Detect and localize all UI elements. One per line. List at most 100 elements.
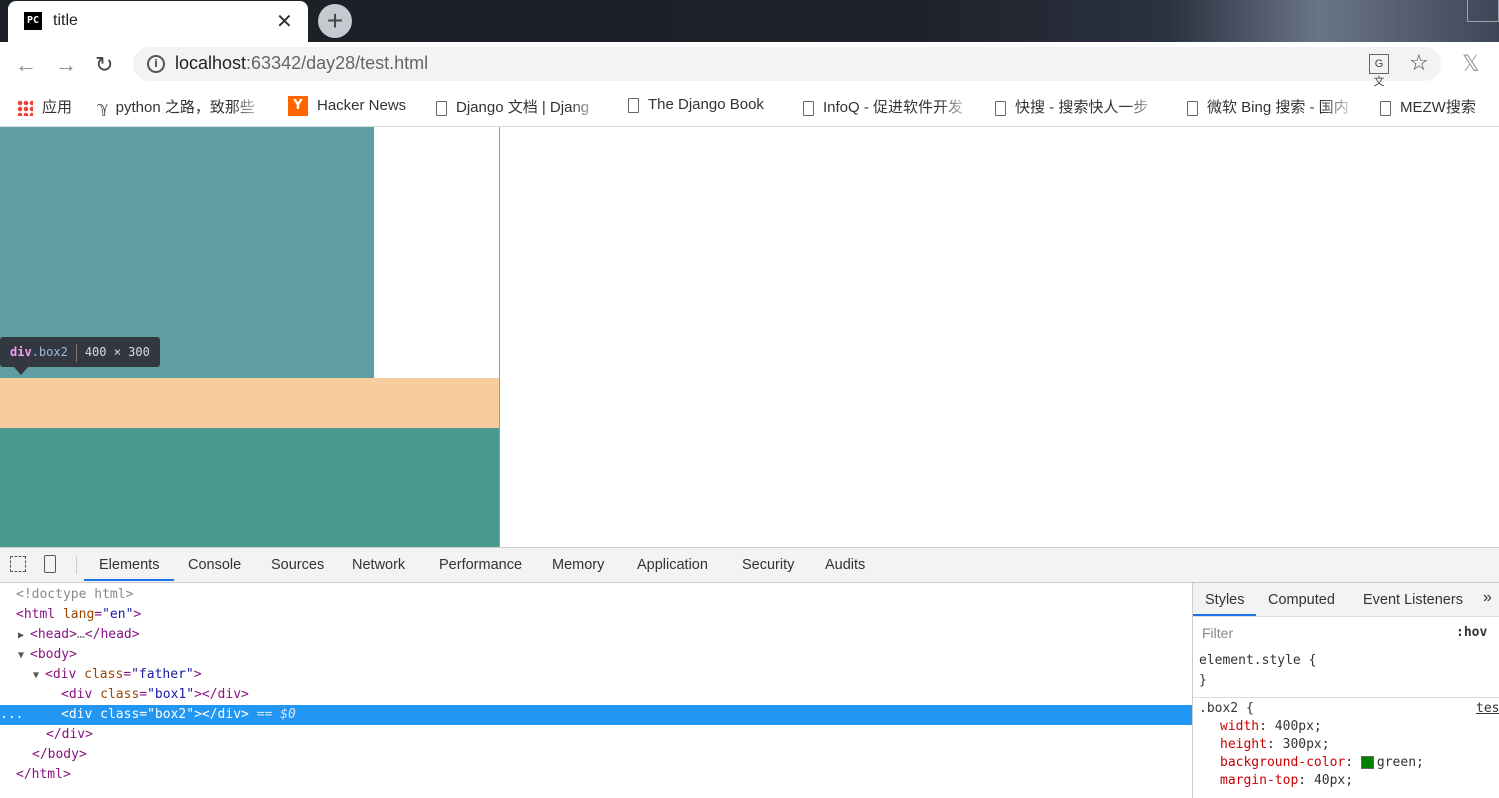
class-attr: class	[100, 687, 140, 702]
bookmark-kuaisou[interactable]: 快搜 - 搜索快人一步	[995, 96, 1160, 117]
prop-value: green;	[1376, 755, 1424, 770]
collapse-triangle-icon[interactable]: ▼	[33, 666, 45, 686]
tab-styles[interactable]: Styles	[1205, 592, 1245, 608]
more-tabs-icon[interactable]: »	[1483, 589, 1492, 607]
div-close-tag: </div>	[201, 687, 249, 702]
forward-button[interactable]: →	[55, 52, 77, 78]
tab-elements[interactable]: Elements	[99, 557, 159, 573]
body-open-tag: <body>	[30, 647, 77, 662]
tab-audits[interactable]: Audits	[825, 557, 865, 573]
page-icon	[628, 97, 639, 113]
tooltip-class: .box2	[31, 345, 68, 359]
bookmark-label: Django 文档 | Djang	[456, 99, 590, 116]
dom-node-father[interactable]: ▼ <div class="father">	[0, 665, 1225, 685]
bookmark-star-icon[interactable]: ☆	[1409, 50, 1429, 76]
close-tab-icon[interactable]: ✕	[276, 9, 293, 34]
html-lang-attr: lang	[62, 607, 95, 622]
dom-node-doctype[interactable]: <!doctype html>	[0, 585, 1208, 605]
tab-memory[interactable]: Memory	[552, 557, 604, 573]
divider	[76, 556, 77, 574]
body-close-tag: </body>	[32, 747, 87, 762]
element-style-rule[interactable]: element.style {	[1199, 653, 1316, 668]
collapse-triangle-icon[interactable]: ▼	[18, 646, 30, 666]
inspect-tooltip: div.box2 400 × 300	[0, 337, 160, 367]
dom-node-box2-selected[interactable]: ... <div class="box2"></div> == $0	[0, 705, 1192, 725]
dom-node-body-close[interactable]: </body>	[0, 745, 1224, 765]
html-open-tag: <html	[16, 607, 56, 622]
prop-value: 400px;	[1274, 719, 1322, 734]
window-maximize-button[interactable]	[1467, 0, 1499, 22]
tab-event-listeners[interactable]: Event Listeners	[1363, 592, 1463, 608]
bookmark-python[interactable]: ℽ python 之路，致那些	[97, 96, 267, 118]
color-swatch-icon[interactable]	[1360, 756, 1374, 769]
inspect-element-icon[interactable]	[10, 556, 26, 572]
tooltip-arrow	[14, 367, 28, 375]
device-toolbar-icon[interactable]	[44, 555, 56, 573]
box2-rule-selector[interactable]: .box2 {	[1199, 701, 1254, 716]
devtools-panel: Elements Console Sources Network Perform…	[0, 547, 1499, 798]
tab-computed[interactable]: Computed	[1268, 592, 1335, 608]
site-info-icon[interactable]: i	[147, 55, 165, 73]
prop-name: background-color	[1220, 755, 1346, 770]
box1-class-val: "box1"	[147, 687, 195, 702]
url-host: localhost	[175, 53, 247, 73]
bookmark-django-docs[interactable]: Django 文档 | Djang	[436, 96, 604, 117]
dom-node-box1[interactable]: <div class="box1"></div>	[0, 685, 1253, 705]
dom-node-head[interactable]: ▶ <head>…</head>	[0, 625, 1210, 645]
styles-pane: Styles Computed Event Listeners » Filter…	[1192, 583, 1499, 798]
bookmark-label: The Django Book	[648, 96, 764, 113]
bookmarks-bar: 应用 ℽ python 之路，致那些 Y Hacker News Django 文档…	[0, 86, 1499, 127]
style-source-link[interactable]: tes	[1476, 701, 1499, 716]
url-text[interactable]: localhost:63342/day28/test.html	[175, 53, 428, 74]
box2-div	[0, 428, 499, 547]
translate-icon[interactable]: G文	[1369, 54, 1389, 88]
rule-close-brace: }	[1199, 673, 1207, 688]
css-prop-margin-top[interactable]: margin-top: 40px;	[1220, 773, 1353, 788]
hover-state-toggle[interactable]: :hov	[1456, 625, 1487, 640]
tab-sources[interactable]: Sources	[271, 557, 324, 573]
page-icon	[1380, 100, 1391, 116]
bookmark-label: 快搜 - 搜索快人一步	[1015, 99, 1149, 116]
div-open-tag: <div	[61, 687, 93, 702]
dom-node-father-close[interactable]: </div>	[0, 725, 1238, 745]
css-prop-width[interactable]: width: 400px;	[1220, 719, 1322, 734]
tab-console[interactable]: Console	[188, 557, 241, 573]
tab-title: title	[53, 12, 78, 29]
reload-button[interactable]: ↻	[95, 52, 113, 78]
bookmark-apps[interactable]: 应用	[17, 96, 72, 117]
bookmark-label: 微软 Bing 搜索 - 国内	[1207, 99, 1349, 116]
prop-value: 40px;	[1313, 773, 1354, 788]
back-button[interactable]: ←	[15, 52, 37, 78]
extension-icon[interactable]: 𝕏	[1462, 51, 1480, 77]
div-close-tag: </div>	[201, 707, 249, 722]
class-attr: class	[100, 707, 140, 722]
url-path: :63342/day28/test.html	[246, 53, 429, 73]
bookmark-bing[interactable]: 微软 Bing 搜索 - 国内	[1187, 96, 1357, 117]
css-prop-height[interactable]: height: 300px;	[1220, 737, 1330, 752]
more-options-icon[interactable]: ...	[0, 705, 23, 725]
tab-security[interactable]: Security	[742, 557, 794, 573]
tab-application[interactable]: Application	[637, 557, 708, 573]
styles-filter-input[interactable]: Filter	[1198, 622, 1442, 644]
bookmark-hacker-news[interactable]: Y Hacker News	[288, 96, 406, 116]
address-bar[interactable]: i localhost:63342/day28/test.html G文 ☆	[133, 47, 1441, 88]
dom-node-html[interactable]: <html lang="en">	[0, 605, 1208, 625]
dom-node-html-close[interactable]: </html>	[0, 765, 1208, 785]
expand-triangle-icon[interactable]: ▶	[18, 626, 30, 646]
tab-performance[interactable]: Performance	[439, 557, 522, 573]
page-icon	[436, 100, 447, 116]
css-prop-background-color[interactable]: background-color: green;	[1220, 755, 1424, 770]
browser-tab[interactable]: PC title ✕	[8, 1, 308, 42]
tooltip-tag: div	[10, 345, 32, 359]
new-tab-button[interactable]: +	[318, 4, 352, 38]
dom-node-body[interactable]: ▼ <body>	[0, 645, 1210, 665]
tab-network[interactable]: Network	[352, 557, 405, 573]
ycombinator-icon: Y	[288, 96, 308, 116]
div-open-tag: <div	[61, 707, 93, 722]
bookmark-infoq[interactable]: InfoQ - 促进软件开发	[803, 96, 973, 117]
div-close-tag: </div>	[46, 727, 93, 742]
bookmark-mezw[interactable]: MEZW搜索	[1380, 96, 1476, 117]
page-icon	[803, 100, 814, 116]
devtools-tabbar: Elements Console Sources Network Perform…	[0, 548, 1499, 583]
bookmark-django-book[interactable]: The Django Book	[628, 96, 764, 113]
